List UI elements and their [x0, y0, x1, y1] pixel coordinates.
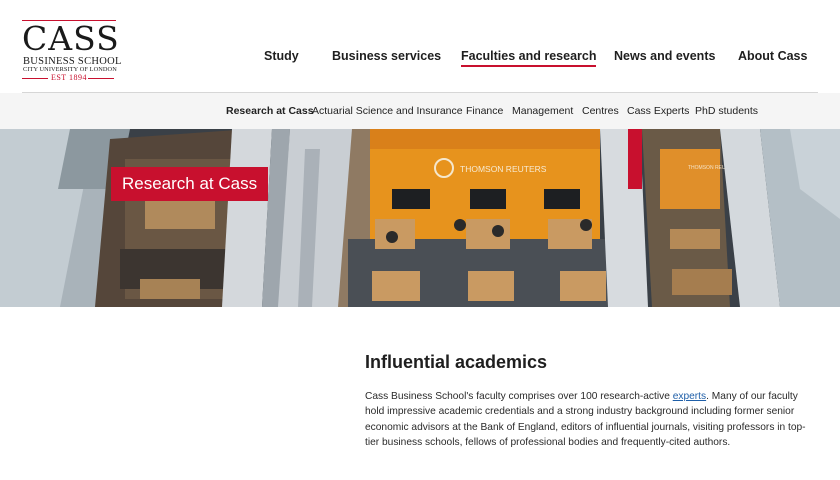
logo-est-line-right — [88, 78, 114, 79]
subnav-centres[interactable]: Centres — [582, 104, 619, 118]
hero-title-badge: Research at Cass — [111, 167, 269, 201]
subnav-research-at-cass[interactable]: Research at Cass — [226, 104, 314, 118]
experts-link[interactable]: experts — [673, 391, 706, 402]
subnav-actuarial-science[interactable]: Actuarial Science and Insurance — [312, 104, 463, 118]
subnav-management[interactable]: Management — [512, 104, 573, 118]
nav-business-services[interactable]: Business services — [332, 47, 441, 65]
hero-banner: THOMSON REUTERS THOMSON REUTERS Research… — [0, 129, 840, 307]
section-subnav: Research at Cass Actuarial Science and I… — [0, 93, 840, 129]
nav-study[interactable]: Study — [264, 47, 299, 65]
wall-sign: THOMSON REUTERS — [460, 164, 547, 174]
logo-university-name: CITY UNIVERSITY OF LONDON — [23, 66, 117, 73]
body-text-start: Cass Business School's faculty comprises… — [365, 391, 673, 402]
subnav-phd-students[interactable]: PhD students — [695, 104, 758, 118]
section-title: Influential academics — [365, 352, 548, 372]
subnav-finance[interactable]: Finance — [466, 104, 503, 118]
subnav-cass-experts[interactable]: Cass Experts — [627, 104, 689, 118]
logo-est: EST 1894 — [22, 73, 116, 83]
hero-photo-library: THOMSON REUTERS THOMSON REUTERS — [0, 129, 840, 307]
main-navigation: Study Business services Faculties and re… — [0, 47, 840, 67]
nav-faculties-and-research[interactable]: Faculties and research — [461, 47, 597, 67]
nav-about-cass[interactable]: About Cass — [738, 47, 807, 65]
section-body: Cass Business School's faculty comprises… — [365, 389, 817, 451]
nav-news-and-events[interactable]: News and events — [614, 47, 715, 65]
site-header: CASS BUSINESS SCHOOL CITY UNIVERSITY OF … — [0, 0, 840, 92]
